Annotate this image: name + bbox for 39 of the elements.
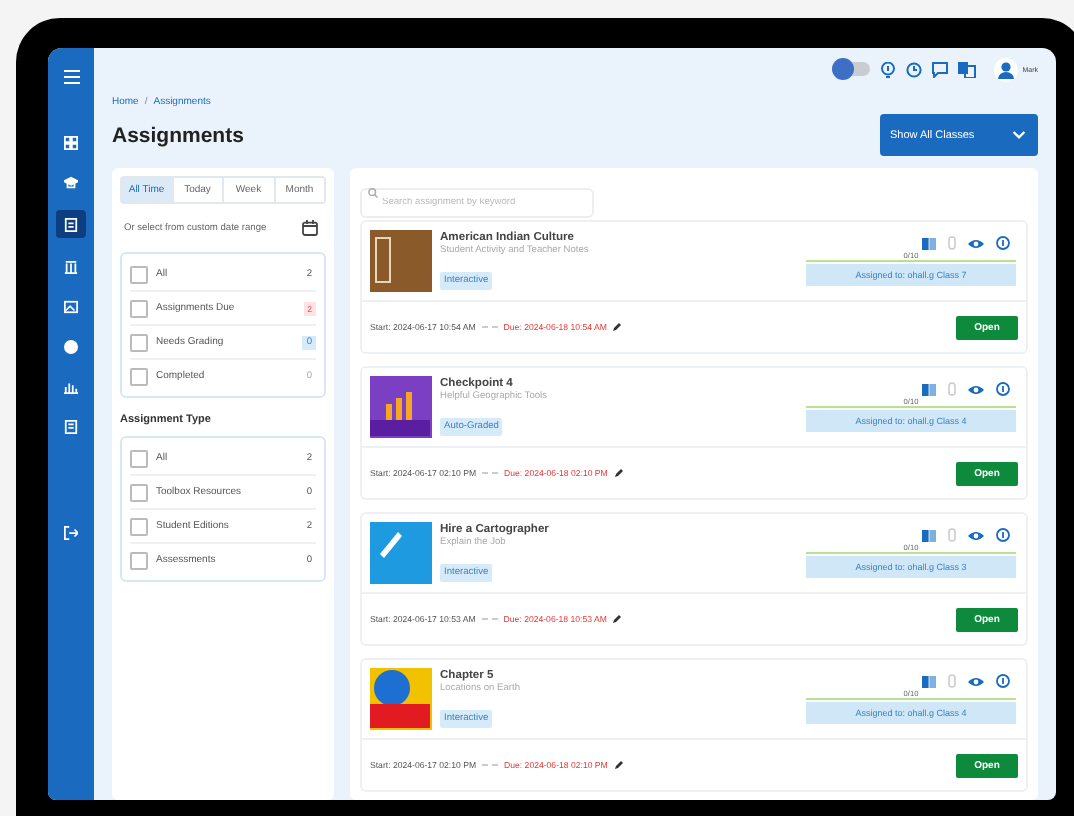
user-avatar-icon[interactable] — [994, 57, 1019, 81]
chat-icon[interactable] — [932, 61, 949, 77]
pencil-icon[interactable] — [612, 614, 623, 624]
checkbox[interactable] — [130, 299, 148, 317]
thumbnail-image — [370, 376, 432, 438]
info-icon[interactable] — [996, 528, 1010, 542]
paperclip-icon[interactable] — [948, 674, 956, 688]
eye-icon[interactable] — [968, 529, 984, 541]
eye-icon[interactable] — [968, 383, 984, 395]
paperclip-icon[interactable] — [948, 236, 956, 250]
history-icon[interactable] — [906, 61, 923, 77]
checkbox[interactable] — [130, 333, 148, 351]
info-icon[interactable] — [996, 674, 1010, 688]
theme-toggle[interactable] — [836, 62, 871, 76]
eye-icon[interactable] — [968, 237, 984, 249]
info-icon[interactable] — [996, 236, 1010, 250]
pencil-icon[interactable] — [612, 322, 623, 332]
thumbnail-image — [370, 230, 432, 292]
lightbulb-icon[interactable] — [880, 61, 897, 77]
page-title: Assignments — [112, 123, 244, 147]
checkbox[interactable] — [130, 517, 148, 535]
checkbox[interactable] — [130, 551, 148, 569]
search-icon — [368, 188, 378, 198]
pencil-icon[interactable] — [613, 760, 624, 770]
pencil-icon[interactable] — [613, 468, 624, 478]
thumbnail-image — [370, 522, 432, 584]
chevron-down-icon — [1012, 130, 1026, 140]
thumbnail-image — [370, 668, 432, 730]
translate-icon[interactable] — [958, 61, 977, 77]
checkbox[interactable] — [130, 483, 148, 501]
checkbox[interactable] — [130, 367, 148, 385]
checkbox[interactable] — [130, 449, 148, 467]
calendar-icon[interactable] — [302, 220, 318, 236]
info-icon[interactable] — [996, 382, 1010, 396]
assignments-icon[interactable] — [56, 210, 86, 238]
paperclip-icon[interactable] — [948, 528, 956, 542]
paperclip-icon[interactable] — [948, 382, 956, 396]
checkbox[interactable] — [130, 265, 148, 283]
eye-icon[interactable] — [968, 675, 984, 687]
